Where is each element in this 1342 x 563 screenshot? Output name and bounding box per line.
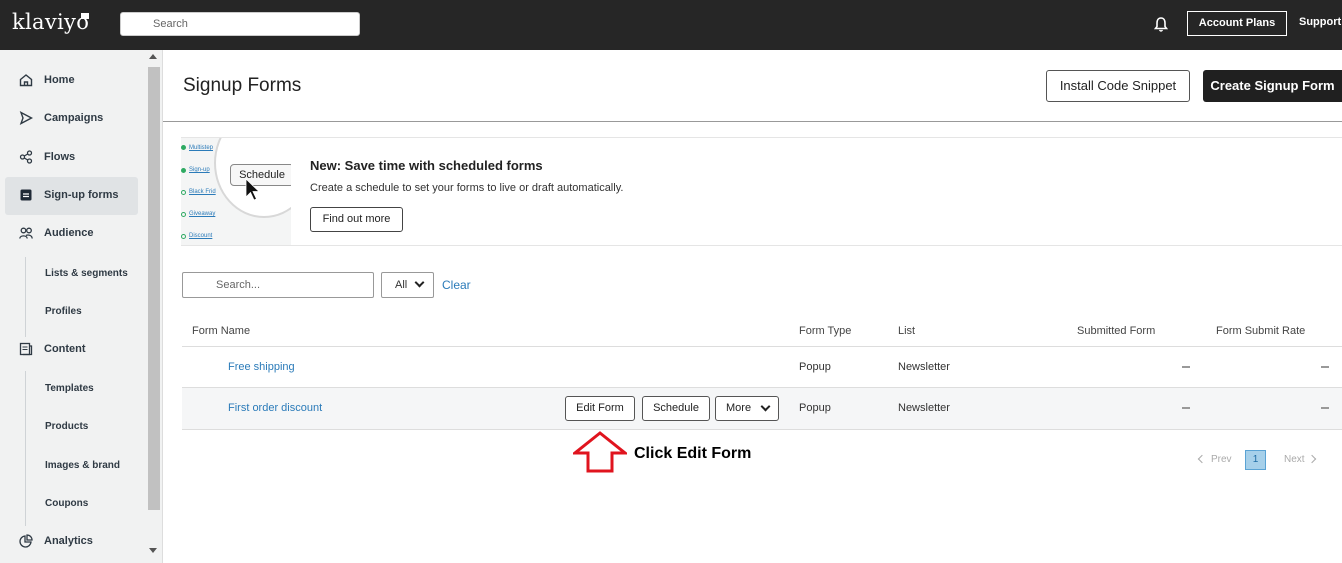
- send-icon: [19, 111, 33, 125]
- sidebar-subitem-coupons[interactable]: Coupons: [45, 498, 88, 509]
- chevron-right-icon: [1307, 454, 1317, 464]
- illustration-row: Black Frid: [189, 189, 216, 195]
- schedule-button[interactable]: Schedule: [642, 396, 710, 421]
- status-dot-icon: [181, 190, 186, 195]
- empty-value-dash: [1182, 366, 1190, 368]
- sidebar-item-home[interactable]: Home: [5, 62, 138, 100]
- table-divider: [182, 346, 1342, 347]
- table-divider: [182, 429, 1342, 430]
- column-header-form-type[interactable]: Form Type: [799, 325, 851, 337]
- home-icon: [19, 74, 33, 87]
- scheduled-forms-banner: Multistep Sign-up Black Frid Giveaway Di…: [181, 137, 1342, 246]
- illustration-row: Sign-up: [189, 167, 210, 173]
- sidebar-subitem-profiles[interactable]: Profiles: [45, 306, 82, 317]
- banner-description: Create a schedule to set your forms to l…: [310, 182, 624, 194]
- banner-title: New: Save time with scheduled forms: [310, 158, 543, 173]
- cursor-icon: [245, 178, 260, 201]
- page-title: Signup Forms: [183, 75, 302, 96]
- status-dot-icon: [181, 145, 186, 150]
- chevron-down-icon: [760, 401, 771, 412]
- sidebar-subitem-templates[interactable]: Templates: [45, 383, 94, 394]
- find-out-more-button[interactable]: Find out more: [310, 207, 403, 232]
- sidebar-item-label: Campaigns: [44, 112, 104, 124]
- column-header-list[interactable]: List: [898, 325, 915, 337]
- sidebar-item-content[interactable]: Content: [5, 331, 138, 369]
- pagination-prev[interactable]: Prev: [1211, 454, 1232, 465]
- scroll-up-icon[interactable]: [149, 54, 157, 59]
- sidebar-item-label: Flows: [44, 151, 76, 163]
- status-dot-icon: [181, 212, 186, 217]
- empty-value-dash: [1182, 407, 1190, 409]
- search-icon: [134, 18, 146, 30]
- account-plans-button[interactable]: Account Plans: [1187, 11, 1287, 36]
- status-dot-icon: [181, 234, 186, 239]
- top-bar: klaviyo Search Account Plans Support: [0, 0, 1342, 50]
- sidebar: Home Campaigns Flows Sign-up forms Audie…: [0, 50, 163, 563]
- content-icon: [19, 342, 33, 356]
- sidebar-subitem-products[interactable]: Products: [45, 421, 88, 432]
- logo-flag-icon: [81, 13, 89, 19]
- sidebar-item-label: Home: [44, 74, 75, 86]
- form-name-link[interactable]: Free shipping: [228, 361, 295, 373]
- support-link[interactable]: Support: [1299, 16, 1341, 28]
- analytics-icon: [19, 534, 33, 548]
- sidebar-item-analytics[interactable]: Analytics: [5, 523, 138, 561]
- edit-form-button[interactable]: Edit Form: [565, 396, 635, 421]
- more-label: More: [726, 402, 752, 414]
- submenu-divider: [25, 371, 26, 526]
- sidebar-item-label: Audience: [44, 227, 94, 239]
- form-icon: [20, 189, 32, 201]
- empty-value-dash: [1321, 407, 1329, 409]
- sidebar-item-signup-forms[interactable]: Sign-up forms: [5, 177, 138, 215]
- column-header-submitted-form[interactable]: Submitted Form: [1077, 325, 1155, 337]
- klaviyo-logo[interactable]: klaviyo: [12, 10, 89, 34]
- forms-search-input[interactable]: Search...: [182, 272, 374, 298]
- sidebar-item-flows[interactable]: Flows: [5, 139, 138, 177]
- pagination-next[interactable]: Next: [1284, 454, 1305, 465]
- illustration-row: Discount: [189, 233, 213, 239]
- annotation-text: Click Edit Form: [634, 445, 752, 462]
- empty-value-dash: [1321, 366, 1329, 368]
- sidebar-item-audience[interactable]: Audience: [5, 215, 138, 253]
- list-cell: Newsletter: [898, 402, 950, 414]
- more-dropdown-button[interactable]: More: [715, 396, 779, 421]
- bell-icon[interactable]: [1154, 17, 1168, 32]
- annotation-arrow-icon: [573, 431, 627, 473]
- select-value: All: [395, 279, 408, 291]
- header-divider: [163, 121, 1342, 122]
- form-name-link[interactable]: First order discount: [228, 402, 322, 414]
- column-header-form-submit-rate[interactable]: Form Submit Rate: [1216, 325, 1305, 337]
- install-code-snippet-button[interactable]: Install Code Snippet: [1046, 70, 1190, 102]
- flows-icon: [19, 150, 33, 164]
- scrollbar-thumb[interactable]: [148, 67, 160, 510]
- submenu-divider: [25, 257, 26, 337]
- column-header-form-name[interactable]: Form Name: [192, 325, 250, 337]
- global-search-input[interactable]: Search: [120, 12, 360, 36]
- audience-icon: [19, 227, 33, 239]
- sidebar-item-label: Analytics: [44, 535, 93, 547]
- banner-illustration: Multistep Sign-up Black Frid Giveaway Di…: [181, 138, 291, 245]
- list-cell: Newsletter: [898, 361, 950, 373]
- pagination-current-page[interactable]: 1: [1245, 450, 1266, 470]
- form-type-cell: Popup: [799, 361, 831, 373]
- illustration-row: Multistep: [189, 145, 214, 151]
- sidebar-item-campaigns[interactable]: Campaigns: [5, 100, 138, 138]
- sidebar-subitem-images-brand[interactable]: Images & brand: [45, 460, 120, 471]
- sidebar-item-label: Content: [44, 343, 86, 355]
- status-dot-icon: [181, 168, 186, 173]
- chevron-left-icon: [1197, 454, 1207, 464]
- sidebar-subitem-lists-segments[interactable]: Lists & segments: [45, 268, 128, 279]
- status-filter-select[interactable]: All: [381, 272, 434, 298]
- chevron-down-icon: [414, 277, 425, 288]
- sidebar-item-label: Sign-up forms: [44, 189, 119, 201]
- illustration-row: Giveaway: [189, 211, 216, 217]
- form-type-cell: Popup: [799, 402, 831, 414]
- create-signup-form-button[interactable]: Create Signup Form: [1203, 70, 1342, 102]
- scroll-down-icon[interactable]: [149, 548, 157, 553]
- clear-filters-link[interactable]: Clear: [442, 278, 471, 292]
